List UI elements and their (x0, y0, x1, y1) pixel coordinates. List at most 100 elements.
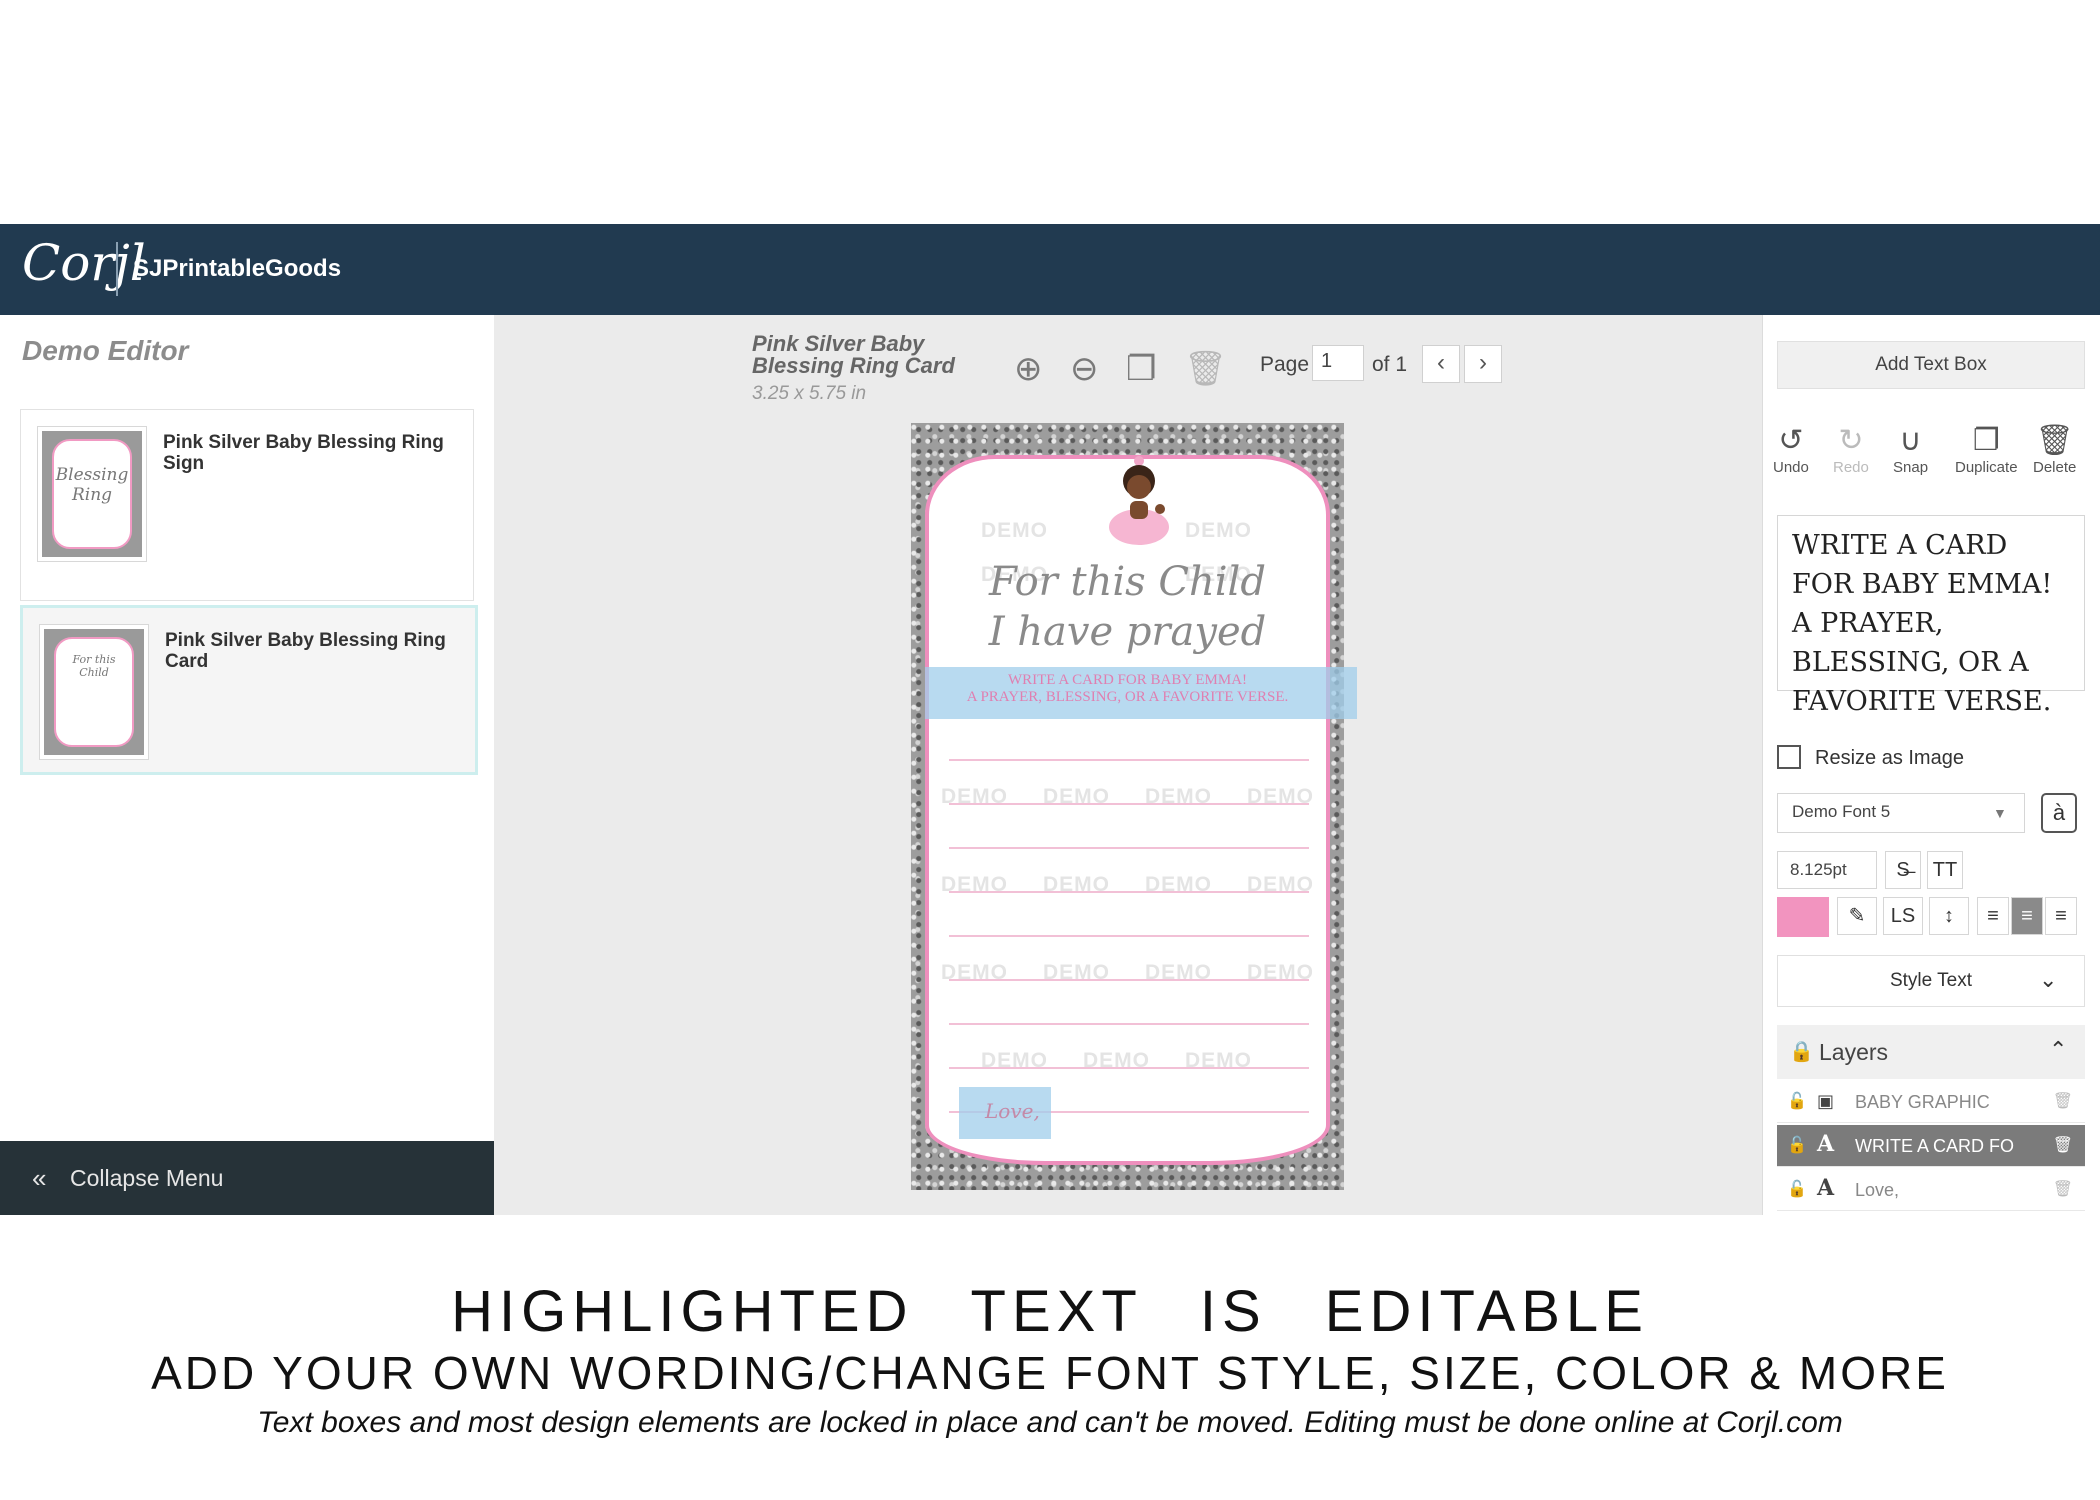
align-center-button[interactable]: ≡ (2011, 897, 2043, 935)
add-text-box-button[interactable]: Add Text Box (1777, 341, 2085, 389)
template-thumbnail: For this Child (39, 624, 149, 760)
text-type-icon: A (1817, 1131, 1835, 1157)
demo-watermark: DEMO (1043, 961, 1110, 984)
template-label: Pink Silver Baby Blessing Ring Card (165, 630, 446, 672)
caption-subheadline: ADD YOUR OWN WORDING/CHANGE FONT STYLE, … (151, 1347, 1949, 1399)
collapse-menu-label: Collapse Menu (70, 1165, 224, 1191)
panel-title: Demo Editor (22, 335, 189, 366)
thumbnail-script: Blessing Ring (55, 465, 129, 505)
lock-icon: 🔒 (1789, 1041, 1814, 1063)
redo-label: Redo (1833, 459, 1869, 476)
trash-icon[interactable]: 🗑 (2053, 1179, 2073, 1199)
uppercase-icon: TT (1932, 859, 1958, 881)
align-right-button[interactable]: ≡ (2045, 897, 2077, 935)
corjl-logo[interactable]: Corjl (22, 234, 146, 292)
delete-button[interactable]: 🗑 Delete (2033, 423, 2076, 476)
layers-header[interactable]: 🔒 Layers ⌃ (1777, 1025, 2085, 1079)
demo-watermark: DEMO (1083, 1049, 1150, 1072)
trash-icon[interactable]: 🗑 (2053, 1091, 2073, 1111)
text-edit-area[interactable]: WRITE A CARD FOR BABY EMMA! A PRAYER, BL… (1777, 515, 2085, 717)
demo-watermark: DEMO (941, 873, 1008, 896)
demo-watermark: DEMO (1247, 961, 1314, 984)
letter-spacing-button[interactable]: LS (1883, 897, 1923, 935)
align-right-icon: ≡ (2055, 905, 2067, 927)
font-size-select[interactable]: 8.125pt (1777, 851, 1877, 889)
left-panel: Demo Editor Blessing Ring Pink Silver Ba… (0, 315, 494, 1215)
previous-page-button[interactable]: ‹ (1422, 345, 1460, 383)
chevron-up-icon: ⌃ (2049, 1037, 2068, 1062)
zoom-in-icon[interactable]: ⊕ (1014, 349, 1043, 389)
unlock-icon[interactable]: 🔓 (1787, 1091, 1807, 1111)
duplicate-label: Duplicate (1955, 459, 2018, 476)
magnet-icon: ∪ (1899, 424, 1922, 457)
duplicate-icon: ❐ (1972, 424, 2000, 457)
template-thumbnail: Blessing Ring (37, 426, 147, 562)
ruled-line (949, 847, 1309, 849)
template-card-card[interactable]: For this Child Pink Silver Baby Blessing… (20, 605, 478, 775)
editor-area: Demo Editor Blessing Ring Pink Silver Ba… (0, 315, 2100, 1215)
page-label: Page (1260, 353, 1310, 376)
eyedropper-button[interactable]: ✎ (1837, 897, 1877, 935)
script-heading-line2[interactable]: I have prayed (911, 609, 1344, 655)
letter-spacing-icon: LS (1890, 905, 1916, 927)
layer-item[interactable]: 🔓 A Love, 🗑 (1777, 1169, 2085, 1211)
image-icon: ▣ (1817, 1091, 1835, 1112)
trash-icon[interactable]: 🗑 (1184, 349, 1227, 389)
layer-name: BABY GRAPHIC (1855, 1092, 1990, 1112)
snap-label: Snap (1893, 459, 1929, 476)
design-canvas[interactable]: DEMO DEMO DEMO DEMO DEMO DEMO DEMO DEMO … (911, 423, 1357, 1190)
next-page-button[interactable]: › (1464, 345, 1502, 383)
layer-item-selected[interactable]: 🔓 A WRITE A CARD FO 🗑 (1777, 1125, 2085, 1167)
caret-down-icon: ▼ (1993, 805, 2007, 821)
resize-as-image-checkbox[interactable] (1777, 745, 1801, 769)
template-label: Pink Silver Baby Blessing Ring Sign (163, 432, 444, 474)
ruled-line (949, 759, 1309, 761)
align-left-button[interactable]: ≡ (1977, 897, 2009, 935)
duplicate-button[interactable]: ❐ Duplicate (1955, 423, 2018, 476)
collapse-menu-button[interactable]: « Collapse Menu (0, 1141, 494, 1215)
demo-watermark: DEMO (1043, 873, 1110, 896)
demo-watermark: DEMO (981, 1049, 1048, 1072)
layer-item[interactable]: 🔓 ▣ BABY GRAPHIC 🗑 (1777, 1081, 2085, 1123)
chevron-left-icon: ‹ (1437, 349, 1445, 376)
demo-watermark: DEMO (1185, 1049, 1252, 1072)
strikethrough-button[interactable]: S̶ (1885, 851, 1921, 889)
trash-icon: 🗑 (2035, 424, 2074, 457)
unlock-icon[interactable]: 🔓 (1787, 1179, 1807, 1199)
chevron-right-icon: › (1479, 349, 1487, 376)
baby-graphic[interactable] (1100, 455, 1178, 549)
trash-icon[interactable]: 🗑 (2053, 1135, 2073, 1155)
text-color-swatch[interactable] (1777, 897, 1829, 937)
thumbnail-script: For this Child (72, 653, 116, 679)
page-number-input[interactable]: 1 (1312, 345, 1364, 381)
delete-label: Delete (2033, 459, 2077, 476)
card-text-line2[interactable]: A PRAYER, BLESSING, OR A FAVORITE VERSE. (911, 689, 1344, 706)
font-select[interactable]: Demo Font 5 (1777, 793, 2025, 833)
header-divider (116, 242, 118, 296)
undo-button[interactable]: ↺ Undo (1773, 423, 1809, 476)
demo-watermark: DEMO (1185, 519, 1252, 542)
demo-watermark: DEMO (1043, 785, 1110, 808)
document-title: Pink Silver Baby Blessing Ring Card (752, 331, 955, 378)
shop-name[interactable]: SJPrintableGoods (133, 255, 341, 283)
unlock-icon[interactable]: 🔓 (1787, 1135, 1807, 1155)
template-card-sign[interactable]: Blessing Ring Pink Silver Baby Blessing … (20, 409, 474, 601)
card-text-line1[interactable]: WRITE A CARD FOR BABY EMMA! (911, 672, 1344, 689)
zoom-out-icon[interactable]: ⊖ (1070, 349, 1099, 389)
snap-button[interactable]: ∪ Snap (1893, 423, 1928, 476)
line-height-icon: ↕ (1944, 905, 1954, 927)
demo-watermark: DEMO (941, 961, 1008, 984)
undo-icon: ↺ (1778, 424, 1804, 457)
demo-watermark: DEMO (1247, 873, 1314, 896)
uppercase-button[interactable]: TT (1927, 851, 1963, 889)
glyph-picker-button[interactable]: à (2041, 793, 2077, 833)
strikethrough-icon: S̶ (1896, 859, 1910, 881)
line-height-button[interactable]: ↕ (1929, 897, 1969, 935)
layer-name: WRITE A CARD FO (1855, 1136, 2015, 1156)
love-text[interactable]: Love, (985, 1099, 1040, 1123)
text-type-icon: A (1817, 1175, 1835, 1201)
document-size: 3.25 x 5.75 in (752, 383, 867, 404)
copy-page-icon[interactable]: ❐ (1126, 349, 1156, 389)
script-heading-line1[interactable]: For this Child (911, 559, 1344, 605)
redo-button[interactable]: ↻ Redo (1833, 423, 1869, 476)
